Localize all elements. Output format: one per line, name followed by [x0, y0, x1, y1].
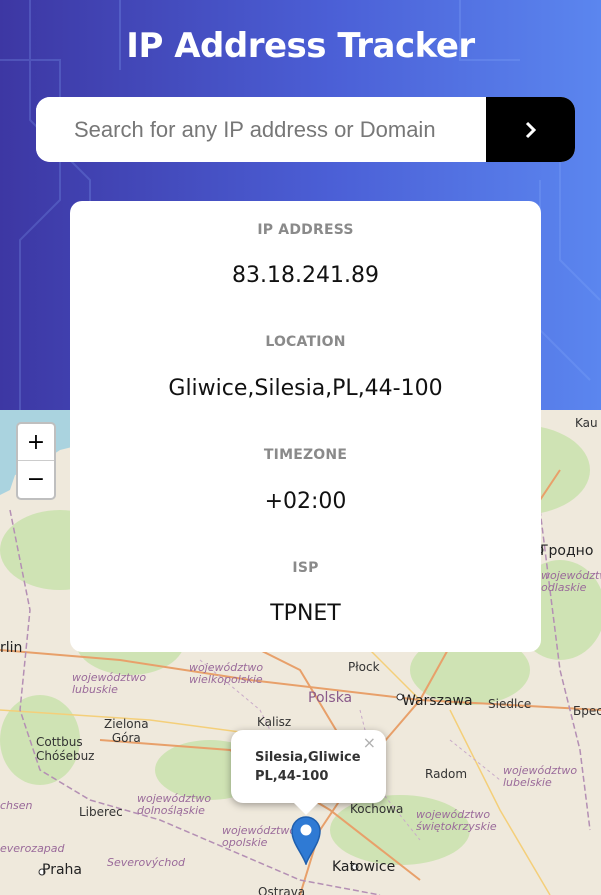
map-label: Siedlce: [488, 697, 532, 711]
map-label: województwo dolnośląskie: [137, 792, 212, 817]
map-label: Брес: [573, 704, 601, 718]
map-label: województwo lubelskie: [503, 764, 578, 789]
search-input[interactable]: [36, 97, 486, 162]
popup-close-button[interactable]: ×: [363, 733, 376, 752]
map-label: województwo odlaskie: [541, 569, 601, 594]
location-marker-icon[interactable]: [290, 815, 322, 865]
map-label: rlin: [0, 640, 23, 656]
map-label: Polska: [308, 690, 353, 706]
map-label: everozapad: [0, 842, 65, 855]
map-label: chsen: [0, 799, 33, 812]
map-label: województwo lubuskie: [72, 671, 147, 696]
map-label: Płock: [348, 660, 380, 674]
search-bar: [36, 97, 575, 162]
popup-text: Silesia,Gliwice PL,44-100: [255, 750, 361, 784]
map-label: Severovýchod: [107, 856, 186, 869]
zoom-out-button[interactable]: −: [18, 461, 54, 498]
isp-value: TPNET: [270, 601, 341, 626]
map-label: Zielona Góra: [104, 717, 149, 745]
map-label: Radom: [425, 767, 468, 781]
page-title: IP Address Tracker: [126, 26, 475, 66]
map-label: województwo wielkopolskie: [189, 661, 264, 686]
map-label: Katowice: [332, 859, 396, 875]
timezone-value: +02:00: [264, 489, 347, 514]
map-label: Liberec: [79, 805, 123, 819]
zoom-control: + −: [16, 422, 56, 500]
location-label: LOCATION: [265, 334, 346, 350]
map-label: Kalisz: [257, 715, 292, 729]
search-submit-button[interactable]: [486, 97, 575, 162]
ip-address-value: 83.18.241.89: [232, 263, 379, 288]
map-label: Kochowa: [350, 802, 404, 816]
chevron-right-icon: [525, 121, 536, 138]
map-label: Praha: [42, 862, 82, 878]
ip-address-label: IP ADDRESS: [257, 222, 354, 238]
map-popup: Silesia,Gliwice PL,44-100 ×: [231, 730, 386, 815]
map-label: Kau: [575, 416, 598, 430]
map-label: województwo świętokrzyskie: [416, 808, 497, 833]
map-label: województwo opolskie: [222, 824, 297, 849]
zoom-in-button[interactable]: +: [18, 424, 54, 461]
map-label: Cottbus Chóśebuz: [36, 735, 95, 763]
map-label: Гродно: [540, 543, 594, 559]
timezone-label: TIMEZONE: [263, 447, 348, 463]
isp-label: ISP: [292, 560, 319, 576]
location-value: Gliwice,Silesia,PL,44-100: [168, 376, 443, 401]
ip-info-card: IP ADDRESS 83.18.241.89 LOCATION Gliwice…: [70, 201, 541, 652]
map-label: Warszawa: [402, 693, 473, 709]
map-label: Ostrava: [258, 885, 306, 895]
